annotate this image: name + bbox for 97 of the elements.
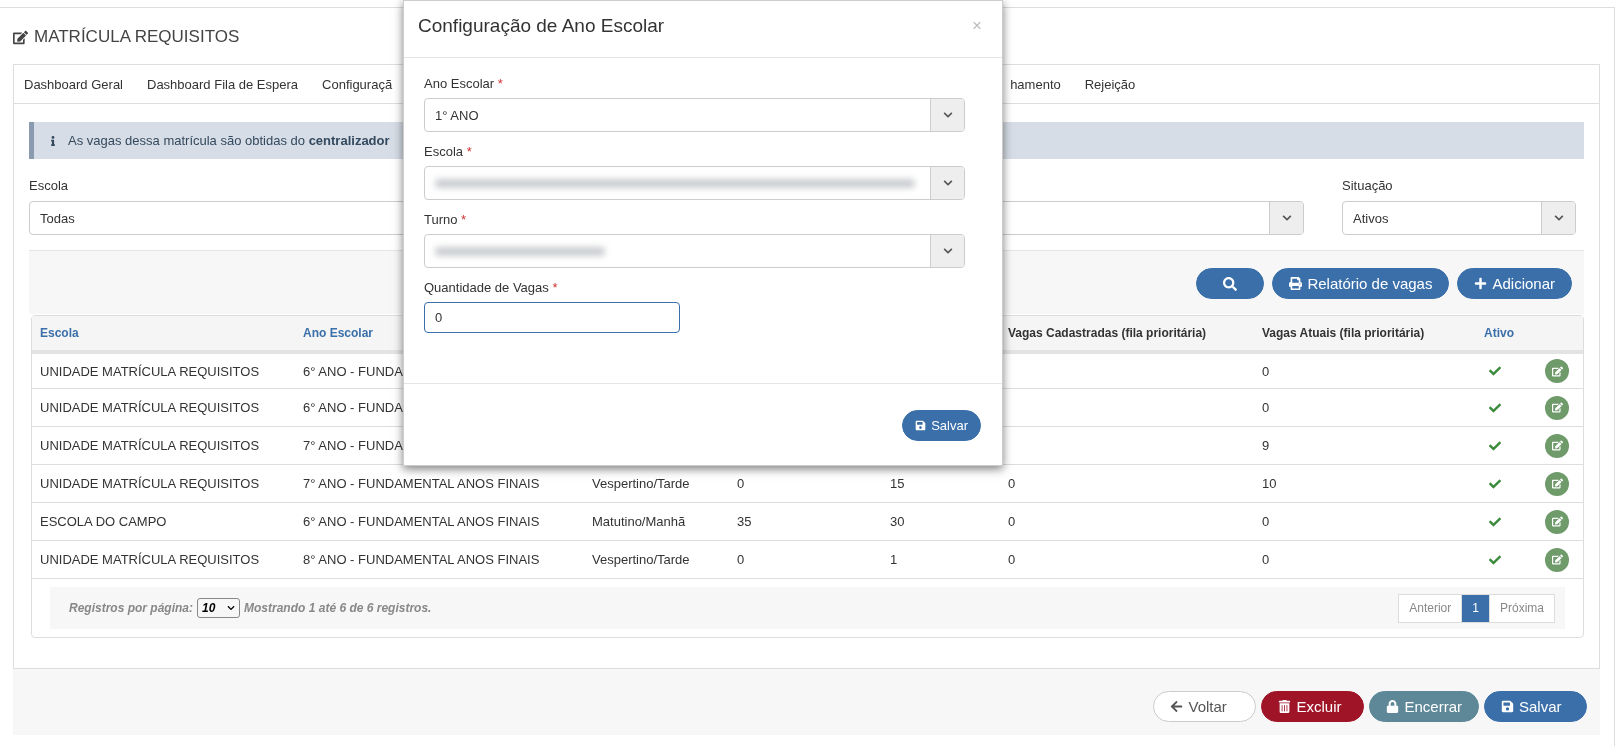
edit-icon <box>1551 554 1563 565</box>
field-label: Escola * <box>424 144 473 159</box>
filter-label: Situação <box>1342 178 1394 193</box>
table-cell-text: 0 <box>1262 400 1271 415</box>
check-icon <box>1489 439 1501 452</box>
report-button[interactable]: Relatório de vagas <box>1272 268 1450 299</box>
tab[interactable]: Configuraçã <box>322 76 393 92</box>
chevron-down-icon <box>942 178 953 188</box>
per-page-select[interactable]: 10 <box>197 598 240 618</box>
lock-icon <box>1386 699 1400 713</box>
save-button[interactable]: Salvar <box>1484 690 1587 722</box>
table-cell-text: UNIDADE MATRÍCULA REQUISITOS <box>40 400 261 415</box>
table-cell-text: 0 <box>737 476 746 491</box>
chevron-down-icon <box>1281 213 1292 223</box>
input-field[interactable]: 0 <box>424 302 680 333</box>
table-cell-text: 0 <box>1262 552 1271 567</box>
trash-icon <box>1278 699 1292 713</box>
table-cell-text: 0 <box>1008 514 1017 529</box>
check-icon <box>1489 553 1501 566</box>
field-label: Ano Escolar * <box>424 76 504 91</box>
check-icon <box>1489 477 1501 490</box>
table-cell-text: 30 <box>890 514 906 529</box>
column-header[interactable]: Escola <box>40 326 303 340</box>
chevron-down-icon <box>1553 213 1564 223</box>
filter-label: Escola <box>29 178 70 193</box>
edit-button[interactable] <box>1545 359 1569 383</box>
check-icon <box>1489 401 1501 414</box>
search-button[interactable] <box>1196 268 1265 299</box>
select-field[interactable] <box>424 234 965 268</box>
edit-icon <box>1551 365 1563 377</box>
table-cell-text: 8° ANO - FUNDAMENTAL ANOS FINAIS <box>303 552 541 567</box>
select-field[interactable]: 1° ANO <box>424 98 965 132</box>
table-cell-text: 0 <box>737 552 746 567</box>
edit-icon <box>1551 440 1563 451</box>
info-text: As vagas dessa matrícula são obtidas do centralizador <box>68 133 390 148</box>
edit-button[interactable] <box>1545 547 1569 572</box>
table-cell-text: 0 <box>1008 552 1017 567</box>
table-cell-text: 6° ANO - FUNDA <box>303 363 404 379</box>
edit-button[interactable] <box>1545 395 1569 420</box>
edit-button[interactable] <box>1545 471 1569 496</box>
save-button[interactable]: Salvar <box>902 409 981 441</box>
table-cell-text: 7° ANO - FUNDAMENTAL ANOS FINAIS <box>303 476 541 491</box>
page-button[interactable]: 1 <box>1461 593 1490 623</box>
table-cell-text: 6° ANO - FUNDA <box>303 400 404 415</box>
table-cell-text: 0 <box>1262 514 1271 529</box>
table-cell-text: UNIDADE MATRÍCULA REQUISITOS <box>40 552 261 567</box>
chevron-down-icon <box>942 246 953 256</box>
filter-select[interactable]: Ativos <box>1342 201 1576 235</box>
table-cell-text: 1 <box>890 552 899 567</box>
table-cell-text: UNIDADE MATRÍCULA REQUISITOS <box>40 438 261 453</box>
search-icon <box>1223 276 1238 291</box>
delete-button[interactable]: Excluir <box>1261 690 1365 722</box>
table-cell-text: 15 <box>890 476 906 491</box>
table-cell-text: Matutino/Manhã <box>592 514 687 529</box>
table-cell-text: 0 <box>1008 476 1017 491</box>
table-cell-text: Vespertino/Tarde <box>592 476 691 491</box>
check-icon <box>1489 365 1501 377</box>
records-summary: Mostrando 1 até 6 de 6 registros. <box>244 601 432 615</box>
table-cell-text: 7° ANO - FUNDA <box>303 438 404 453</box>
modal-title: Configuração de Ano Escolar <box>418 15 665 37</box>
edit-icon <box>1551 516 1563 527</box>
table-cell-text: Vespertino/Tarde <box>592 552 691 567</box>
edit-icon <box>1551 478 1563 489</box>
table-cell-text: 9 <box>1262 438 1271 453</box>
chevron-down-icon <box>942 110 953 120</box>
tab[interactable]: Rejeição <box>1084 76 1136 92</box>
chevron-down-icon <box>227 604 235 612</box>
column-header[interactable]: Ativo <box>1484 326 1545 340</box>
table-cell-text: 0 <box>1262 363 1271 379</box>
column-header: Vagas Atuais (fila prioritária) <box>1262 326 1426 340</box>
plus-icon <box>1474 277 1488 290</box>
tab[interactable]: Dashboard Geral <box>24 76 123 92</box>
check-icon <box>1489 515 1501 528</box>
field-label: Turno * <box>424 212 468 227</box>
table-cell-text: 10 <box>1262 476 1278 491</box>
table-cell-text: ESCOLA DO CAMPO <box>40 514 168 529</box>
table-cell-text: 35 <box>737 514 753 529</box>
table-cell-text: UNIDADE MATRÍCULA REQUISITOS <box>40 363 261 379</box>
close-enrollment-button[interactable]: Encerrar <box>1369 690 1479 722</box>
edit-button[interactable] <box>1545 509 1569 534</box>
field-label: Quantidade de Vagas * <box>424 280 559 295</box>
page-title: MATRÍCULA REQUISITOS <box>34 27 240 47</box>
edit-icon <box>13 29 28 45</box>
select-field[interactable] <box>424 166 965 200</box>
tab[interactable]: Dashboard Fila de Espera <box>147 76 299 92</box>
edit-icon <box>1551 402 1563 413</box>
edit-button[interactable] <box>1545 433 1569 458</box>
printer-icon <box>1289 277 1303 290</box>
per-page-label: Registros por página: <box>69 601 193 615</box>
info-icon <box>48 135 58 146</box>
tab[interactable]: hamento <box>1010 76 1061 92</box>
arrow-left-icon <box>1170 699 1184 713</box>
back-button[interactable]: Voltar <box>1153 690 1257 722</box>
table-cell-text: 6° ANO - FUNDAMENTAL ANOS FINAIS <box>303 514 541 529</box>
table-cell-text: UNIDADE MATRÍCULA REQUISITOS <box>40 476 261 491</box>
column-header: Vagas Cadastradas (fila prioritária) <box>1008 326 1208 340</box>
add-button[interactable]: Adicionar <box>1457 268 1572 299</box>
